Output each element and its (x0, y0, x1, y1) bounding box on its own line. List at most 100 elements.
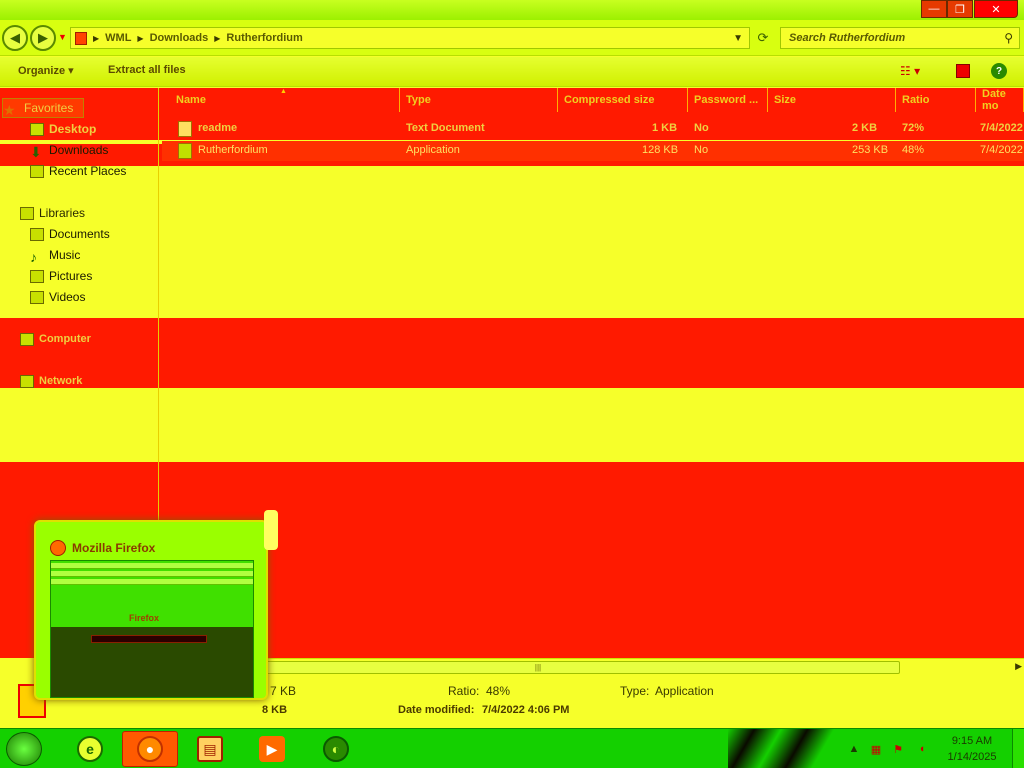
nav-videos-label: Videos (49, 290, 86, 304)
pictures-icon (30, 269, 44, 283)
column-header-date-modified[interactable]: Date mo (976, 88, 1024, 112)
file-size: 253 KB (852, 144, 889, 156)
scroll-right-icon[interactable]: ▶ (1015, 661, 1022, 672)
taskbar-windows-explorer[interactable]: ▤ (182, 731, 238, 767)
firefox-icon: ● (137, 736, 163, 762)
internet-explorer-icon: e (77, 736, 103, 762)
nav-music[interactable]: ♪ Music (30, 245, 80, 265)
file-compressed-size: 1 KB (652, 122, 678, 134)
firefox-icon (50, 540, 66, 556)
extract-all-button[interactable]: Extract all files (108, 64, 186, 76)
nav-libraries[interactable]: Libraries (20, 203, 85, 223)
nav-favorites-label: Favorites (24, 101, 74, 115)
search-input[interactable] (789, 32, 989, 44)
address-bar[interactable]: ▶ WML ▶ Downloads ▶ Rutherfordium ▼ (70, 27, 750, 49)
thumbnail-search-field (91, 635, 207, 643)
nav-network[interactable]: Network (20, 371, 82, 391)
recent-places-icon (30, 164, 44, 178)
file-row-rutherfordium[interactable]: Rutherfordium Application 128 KB No 253 … (162, 141, 1024, 161)
zip-folder-icon (75, 31, 87, 45)
start-button[interactable] (6, 732, 42, 766)
column-header-type[interactable]: Type (400, 88, 558, 112)
nav-libraries-label: Libraries (39, 206, 86, 220)
taskbar-internet-explorer[interactable]: e (62, 731, 118, 767)
command-bar: Organize ▾ Extract all files ☷ ▾ ? (0, 57, 1024, 87)
minimize-button[interactable]: — (921, 0, 947, 18)
text-document-icon (178, 121, 192, 137)
file-type: Text Document (406, 122, 485, 134)
taskbar-other-app[interactable]: ◐ (308, 731, 364, 767)
nav-documents-label: Documents (49, 227, 110, 241)
videos-icon (30, 290, 44, 304)
nav-pictures[interactable]: Pictures (30, 266, 92, 286)
file-size: 2 KB (852, 122, 878, 134)
search-icon[interactable]: ⚲ (1004, 31, 1013, 45)
file-ratio: 72% (902, 122, 925, 134)
star-icon: ★ (3, 101, 16, 118)
horizontal-scrollbar[interactable]: ||| ▶ (158, 658, 1024, 675)
search-box[interactable]: ⚲ (780, 27, 1020, 49)
preview-title-text: Mozilla Firefox (72, 541, 156, 555)
detail-type-label: Type: (620, 684, 650, 698)
close-button[interactable]: ✕ (974, 0, 1018, 18)
scrollbar-thumb[interactable]: ||| (176, 661, 900, 674)
nav-music-label: Music (49, 248, 81, 262)
nav-downloads-label: Downloads (49, 143, 109, 157)
libraries-icon (20, 206, 34, 220)
column-header-size[interactable]: Size (768, 88, 896, 112)
preview-close-button[interactable] (264, 510, 278, 550)
breadcrumb-downloads[interactable]: Downloads (150, 32, 209, 44)
taskbar-media-player[interactable]: ▶ (244, 731, 300, 767)
nav-documents[interactable]: Documents (30, 224, 110, 244)
nav-downloads[interactable]: ⬇ Downloads (30, 140, 108, 160)
maximize-button[interactable]: ❐ (947, 0, 973, 18)
detail-type-value: Application (655, 684, 714, 698)
refresh-button[interactable]: ⟳ (752, 28, 774, 48)
application-icon (178, 143, 192, 159)
file-name: Rutherfordium (198, 144, 268, 156)
recent-pages-dropdown[interactable]: ▼ (58, 32, 67, 42)
back-button[interactable]: ◀ (2, 25, 28, 51)
title-bar: — ❐ ✕ (0, 0, 1024, 20)
organize-button[interactable]: Organize ▾ (18, 64, 74, 77)
show-desktop-button[interactable] (1012, 729, 1024, 768)
firefox-thumbnail-preview[interactable]: Mozilla Firefox Firefox (34, 510, 278, 700)
address-dropdown-icon[interactable]: ▼ (733, 33, 743, 44)
breadcrumb-rutherfordium[interactable]: Rutherfordium (226, 32, 302, 44)
show-hidden-icons-icon[interactable]: ▲ (848, 743, 860, 755)
nav-computer[interactable]: Computer (20, 329, 91, 349)
change-view-icon[interactable]: ☷ ▾ (900, 64, 920, 78)
taskbar-wallpaper-area (728, 729, 838, 768)
taskbar-firefox[interactable]: ● (122, 731, 178, 767)
breadcrumb-wml[interactable]: WML (105, 32, 131, 44)
refresh-icon: ⟳ (757, 30, 769, 45)
nav-recent-places[interactable]: Recent Places (30, 161, 126, 181)
column-header-name[interactable]: Name (170, 88, 400, 112)
file-row-readme[interactable]: readme Text Document 1 KB No 2 KB 72% 7/… (162, 119, 1024, 139)
file-compressed-size: 128 KB (642, 144, 679, 156)
nav-desktop[interactable]: Desktop (30, 119, 96, 139)
documents-icon (30, 227, 44, 241)
column-header-password[interactable]: Password ... (688, 88, 768, 112)
nav-favorites[interactable]: ★ Favorites (2, 98, 85, 118)
file-password: No (694, 122, 709, 134)
forward-button[interactable]: ▶ (30, 25, 56, 51)
detail-size: 7 KB (270, 684, 297, 698)
network-tray-icon[interactable]: ▦ (870, 743, 882, 756)
column-header-ratio[interactable]: Ratio (896, 88, 976, 112)
desktop-icon (30, 122, 44, 136)
help-icon[interactable]: ? (991, 63, 1007, 79)
nav-videos[interactable]: Videos (30, 287, 85, 307)
nav-pictures-label: Pictures (49, 269, 93, 283)
column-header-compressed-size[interactable]: Compressed size (558, 88, 688, 112)
thumbnail-firefox-logo: Firefox (129, 613, 160, 623)
window-controls: — ❐ ✕ (921, 0, 1018, 18)
volume-icon[interactable]: ◖ (916, 743, 928, 755)
action-center-flag-icon[interactable]: ⚑ (892, 743, 904, 756)
detail-date-value: 7/4/2022 4:06 PM (482, 704, 570, 716)
preview-pane-icon[interactable] (956, 64, 970, 78)
nav-computer-label: Computer (39, 333, 91, 345)
preview-thumbnail[interactable]: Firefox (50, 560, 254, 698)
file-name: readme (198, 122, 238, 134)
clock[interactable]: 9:15 AM 1/14/2025 (942, 733, 1002, 765)
